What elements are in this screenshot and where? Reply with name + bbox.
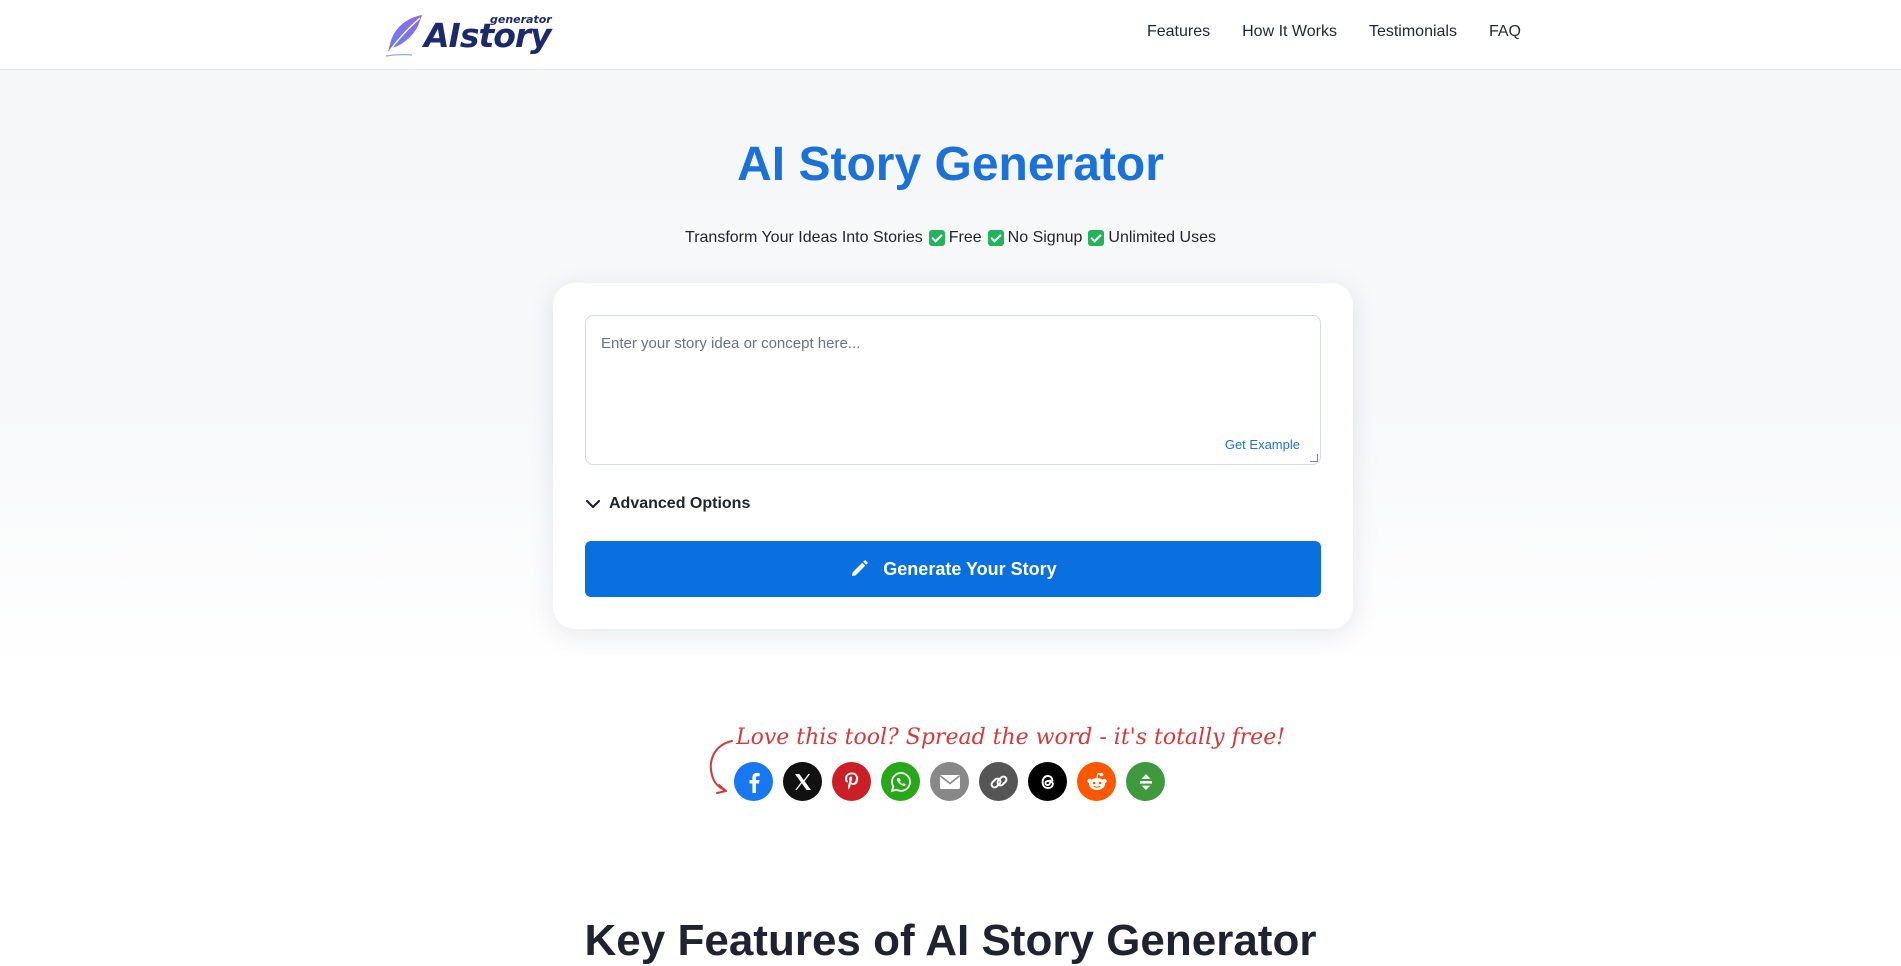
share-prompt: Love this tool? Spread the word - it's t… (736, 725, 1286, 750)
share-x-button[interactable] (783, 762, 822, 801)
share-facebook-button[interactable] (734, 762, 773, 801)
nav-links: Features How It Works Testimonials FAQ (1147, 23, 1521, 41)
share-threads-button[interactable] (1028, 762, 1067, 801)
page-title: AI Story Generator (737, 138, 1164, 191)
badge-no-signup: No Signup (987, 229, 1083, 247)
nav-link-testimonials[interactable]: Testimonials (1369, 23, 1457, 41)
more-icon (1139, 773, 1152, 790)
nav-link-how-it-works[interactable]: How It Works (1242, 23, 1337, 41)
get-example-link[interactable]: Get Example (1225, 437, 1300, 452)
pencil-icon (852, 560, 868, 576)
logo-text: AIstory (424, 16, 552, 55)
share-more-button[interactable] (1126, 762, 1165, 801)
badge-label: Unlimited Uses (1108, 229, 1216, 246)
email-icon (939, 774, 960, 789)
reddit-icon (1086, 772, 1107, 790)
facebook-icon (749, 772, 760, 793)
advanced-options-label: Advanced Options (609, 495, 751, 512)
story-idea-placeholder: Enter your story idea or concept here... (601, 335, 861, 352)
share-reddit-button[interactable] (1077, 762, 1116, 801)
generate-story-label: Generate Your Story (883, 558, 1057, 579)
hero-subtitle: Transform Your Ideas Into Stories Free N… (0, 229, 1901, 247)
threads-icon (1041, 774, 1054, 789)
chevron-down-icon (585, 499, 601, 509)
nav-link-features[interactable]: Features (1147, 23, 1210, 41)
checkmark-icon (928, 230, 945, 246)
navbar: generator AIstory Features How It Works … (0, 0, 1901, 70)
badge-free: Free (928, 229, 982, 247)
checkmark-icon (1088, 230, 1105, 246)
whatsapp-icon (890, 771, 911, 792)
link-icon (990, 775, 1007, 788)
share-email-button[interactable] (930, 762, 969, 801)
logo[interactable]: generator AIstory (382, 10, 552, 58)
badge-unlimited-uses: Unlimited Uses (1088, 229, 1216, 247)
share-whatsapp-button[interactable] (881, 762, 920, 801)
story-idea-input[interactable]: Enter your story idea or concept here...… (585, 315, 1321, 465)
pinterest-icon (844, 772, 858, 790)
generate-story-button[interactable]: Generate Your Story (585, 541, 1321, 597)
resize-handle-icon[interactable] (1310, 454, 1318, 462)
nav-link-faq[interactable]: FAQ (1489, 23, 1521, 41)
share-copy-link-button[interactable] (979, 762, 1018, 801)
curved-arrow-icon (709, 740, 733, 794)
advanced-options-toggle[interactable]: Advanced Options (585, 495, 750, 513)
badge-label: Free (948, 229, 982, 246)
feather-logo-icon (385, 15, 422, 57)
badge-label: No Signup (1007, 229, 1083, 246)
subtitle-text: Transform Your Ideas Into Stories (685, 229, 923, 246)
checkmark-icon (987, 230, 1004, 246)
x-icon (794, 773, 811, 790)
story-form-card: Enter your story idea or concept here...… (553, 283, 1353, 629)
share-pinterest-button[interactable] (832, 762, 871, 801)
share-buttons (734, 762, 1165, 801)
features-heading: Key Features of AI Story Generator (584, 916, 1317, 965)
